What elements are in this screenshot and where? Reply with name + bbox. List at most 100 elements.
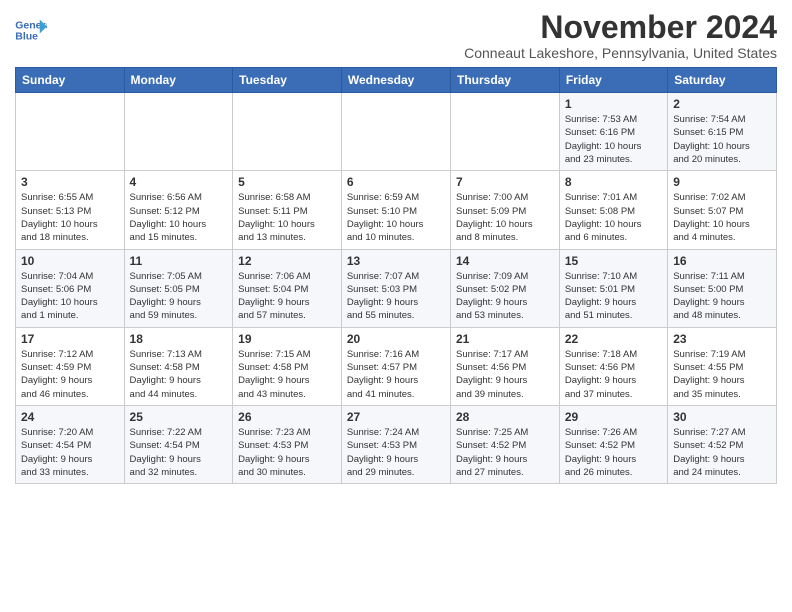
day-info: Sunrise: 7:09 AM Sunset: 5:02 PM Dayligh… bbox=[456, 270, 554, 323]
calendar-cell: 8 Sunrise: 7:01 AM Sunset: 5:08 PM Daylig… bbox=[559, 171, 667, 249]
location-subtitle: Conneaut Lakeshore, Pennsylvania, United… bbox=[464, 45, 777, 61]
calendar-cell: 5 Sunrise: 6:58 AM Sunset: 5:11 PM Daylig… bbox=[233, 171, 342, 249]
day-number: 24 bbox=[21, 410, 119, 424]
day-number: 21 bbox=[456, 332, 554, 346]
day-info: Sunrise: 7:04 AM Sunset: 5:06 PM Dayligh… bbox=[21, 270, 119, 323]
calendar-cell: 18 Sunrise: 7:13 AM Sunset: 4:58 PM Dayli… bbox=[124, 327, 233, 405]
day-info: Sunrise: 6:58 AM Sunset: 5:11 PM Dayligh… bbox=[238, 191, 336, 244]
day-number: 10 bbox=[21, 254, 119, 268]
logo-icon: General Blue bbox=[15, 16, 47, 44]
calendar-cell bbox=[233, 93, 342, 171]
calendar-cell: 6Sunrise: 6:59 AM Sunset: 5:10 PM Daylig… bbox=[341, 171, 450, 249]
day-number: 15 bbox=[565, 254, 662, 268]
day-number: 5 bbox=[238, 175, 336, 189]
calendar-cell: 17 Sunrise: 7:12 AM Sunset: 4:59 PM Dayli… bbox=[16, 327, 125, 405]
calendar-cell: 24 Sunrise: 7:20 AM Sunset: 4:54 PM Dayli… bbox=[16, 405, 125, 483]
calendar-cell: 16 Sunrise: 7:11 AM Sunset: 5:00 PM Dayli… bbox=[668, 249, 777, 327]
calendar-cell: 21 Sunrise: 7:17 AM Sunset: 4:56 PM Dayli… bbox=[451, 327, 560, 405]
day-number: 17 bbox=[21, 332, 119, 346]
day-number: 23 bbox=[673, 332, 771, 346]
calendar-cell: 1 Sunrise: 7:53 AM Sunset: 6:16 PM Daylig… bbox=[559, 93, 667, 171]
day-number: 11 bbox=[130, 254, 228, 268]
calendar-cell: 29 Sunrise: 7:26 AM Sunset: 4:52 PM Dayli… bbox=[559, 405, 667, 483]
day-info: Sunrise: 7:20 AM Sunset: 4:54 PM Dayligh… bbox=[21, 426, 119, 479]
day-number: 14 bbox=[456, 254, 554, 268]
calendar-table: SundayMondayTuesdayWednesdayThursdayFrid… bbox=[15, 67, 777, 484]
calendar-cell: 9 Sunrise: 7:02 AM Sunset: 5:07 PM Daylig… bbox=[668, 171, 777, 249]
day-info: Sunrise: 7:17 AM Sunset: 4:56 PM Dayligh… bbox=[456, 348, 554, 401]
day-number: 7 bbox=[456, 175, 554, 189]
day-number: 20 bbox=[347, 332, 445, 346]
day-info: Sunrise: 7:19 AM Sunset: 4:55 PM Dayligh… bbox=[673, 348, 771, 401]
day-number: 25 bbox=[130, 410, 228, 424]
weekday-header: Sunday bbox=[16, 68, 125, 93]
day-number: 4 bbox=[130, 175, 228, 189]
day-number: 16 bbox=[673, 254, 771, 268]
day-info: Sunrise: 7:22 AM Sunset: 4:54 PM Dayligh… bbox=[130, 426, 228, 479]
calendar-week-row: 1 Sunrise: 7:53 AM Sunset: 6:16 PM Daylig… bbox=[16, 93, 777, 171]
calendar-week-row: 10 Sunrise: 7:04 AM Sunset: 5:06 PM Dayli… bbox=[16, 249, 777, 327]
day-info: Sunrise: 7:10 AM Sunset: 5:01 PM Dayligh… bbox=[565, 270, 662, 323]
day-number: 12 bbox=[238, 254, 336, 268]
day-info: Sunrise: 7:12 AM Sunset: 4:59 PM Dayligh… bbox=[21, 348, 119, 401]
svg-text:Blue: Blue bbox=[15, 31, 38, 43]
day-number: 1 bbox=[565, 97, 662, 111]
calendar-week-row: 24 Sunrise: 7:20 AM Sunset: 4:54 PM Dayli… bbox=[16, 405, 777, 483]
calendar-cell: 27Sunrise: 7:24 AM Sunset: 4:53 PM Dayli… bbox=[341, 405, 450, 483]
day-number: 8 bbox=[565, 175, 662, 189]
calendar-cell: 4 Sunrise: 6:56 AM Sunset: 5:12 PM Daylig… bbox=[124, 171, 233, 249]
day-number: 9 bbox=[673, 175, 771, 189]
calendar-cell: 28 Sunrise: 7:25 AM Sunset: 4:52 PM Dayli… bbox=[451, 405, 560, 483]
calendar-cell: 22 Sunrise: 7:18 AM Sunset: 4:56 PM Dayli… bbox=[559, 327, 667, 405]
day-info: Sunrise: 7:01 AM Sunset: 5:08 PM Dayligh… bbox=[565, 191, 662, 244]
calendar-cell bbox=[451, 93, 560, 171]
day-number: 19 bbox=[238, 332, 336, 346]
day-info: Sunrise: 7:00 AM Sunset: 5:09 PM Dayligh… bbox=[456, 191, 554, 244]
day-number: 27 bbox=[347, 410, 445, 424]
calendar-cell: 10 Sunrise: 7:04 AM Sunset: 5:06 PM Dayli… bbox=[16, 249, 125, 327]
day-number: 18 bbox=[130, 332, 228, 346]
month-title: November 2024 bbox=[464, 10, 777, 45]
calendar-cell: 20 Sunrise: 7:16 AM Sunset: 4:57 PM Dayli… bbox=[341, 327, 450, 405]
day-info: Sunrise: 7:26 AM Sunset: 4:52 PM Dayligh… bbox=[565, 426, 662, 479]
day-info: Sunrise: 7:54 AM Sunset: 6:15 PM Dayligh… bbox=[673, 113, 771, 166]
weekday-header: Monday bbox=[124, 68, 233, 93]
day-number: 30 bbox=[673, 410, 771, 424]
day-info: Sunrise: 7:25 AM Sunset: 4:52 PM Dayligh… bbox=[456, 426, 554, 479]
calendar-cell bbox=[341, 93, 450, 171]
calendar-cell: 19Sunrise: 7:15 AM Sunset: 4:58 PM Dayli… bbox=[233, 327, 342, 405]
calendar-week-row: 17 Sunrise: 7:12 AM Sunset: 4:59 PM Dayli… bbox=[16, 327, 777, 405]
day-info: Sunrise: 7:13 AM Sunset: 4:58 PM Dayligh… bbox=[130, 348, 228, 401]
calendar-cell: 12 Sunrise: 7:06 AM Sunset: 5:04 PM Dayli… bbox=[233, 249, 342, 327]
day-number: 28 bbox=[456, 410, 554, 424]
logo: General Blue bbox=[15, 16, 47, 44]
day-info: Sunrise: 7:16 AM Sunset: 4:57 PM Dayligh… bbox=[347, 348, 445, 401]
day-info: Sunrise: 7:11 AM Sunset: 5:00 PM Dayligh… bbox=[673, 270, 771, 323]
calendar-cell: 11 Sunrise: 7:05 AM Sunset: 5:05 PM Dayli… bbox=[124, 249, 233, 327]
calendar-cell bbox=[16, 93, 125, 171]
day-info: Sunrise: 6:59 AM Sunset: 5:10 PM Dayligh… bbox=[347, 191, 445, 244]
title-block: November 2024 Conneaut Lakeshore, Pennsy… bbox=[464, 10, 777, 61]
calendar-cell: 2 Sunrise: 7:54 AM Sunset: 6:15 PM Daylig… bbox=[668, 93, 777, 171]
day-info: Sunrise: 7:18 AM Sunset: 4:56 PM Dayligh… bbox=[565, 348, 662, 401]
day-info: Sunrise: 7:07 AM Sunset: 5:03 PM Dayligh… bbox=[347, 270, 445, 323]
day-number: 29 bbox=[565, 410, 662, 424]
day-info: Sunrise: 7:02 AM Sunset: 5:07 PM Dayligh… bbox=[673, 191, 771, 244]
page-header: General Blue November 2024 Conneaut Lake… bbox=[15, 10, 777, 61]
day-info: Sunrise: 6:55 AM Sunset: 5:13 PM Dayligh… bbox=[21, 191, 119, 244]
calendar-cell: 7 Sunrise: 7:00 AM Sunset: 5:09 PM Daylig… bbox=[451, 171, 560, 249]
day-number: 26 bbox=[238, 410, 336, 424]
day-info: Sunrise: 7:05 AM Sunset: 5:05 PM Dayligh… bbox=[130, 270, 228, 323]
day-info: Sunrise: 7:06 AM Sunset: 5:04 PM Dayligh… bbox=[238, 270, 336, 323]
weekday-header: Thursday bbox=[451, 68, 560, 93]
day-number: 2 bbox=[673, 97, 771, 111]
day-info: Sunrise: 7:27 AM Sunset: 4:52 PM Dayligh… bbox=[673, 426, 771, 479]
day-number: 22 bbox=[565, 332, 662, 346]
calendar-cell: 26Sunrise: 7:23 AM Sunset: 4:53 PM Dayli… bbox=[233, 405, 342, 483]
weekday-header: Tuesday bbox=[233, 68, 342, 93]
calendar-cell: 30 Sunrise: 7:27 AM Sunset: 4:52 PM Dayli… bbox=[668, 405, 777, 483]
weekday-header: Saturday bbox=[668, 68, 777, 93]
day-info: Sunrise: 7:53 AM Sunset: 6:16 PM Dayligh… bbox=[565, 113, 662, 166]
calendar-cell: 13Sunrise: 7:07 AM Sunset: 5:03 PM Dayli… bbox=[341, 249, 450, 327]
day-info: Sunrise: 6:56 AM Sunset: 5:12 PM Dayligh… bbox=[130, 191, 228, 244]
